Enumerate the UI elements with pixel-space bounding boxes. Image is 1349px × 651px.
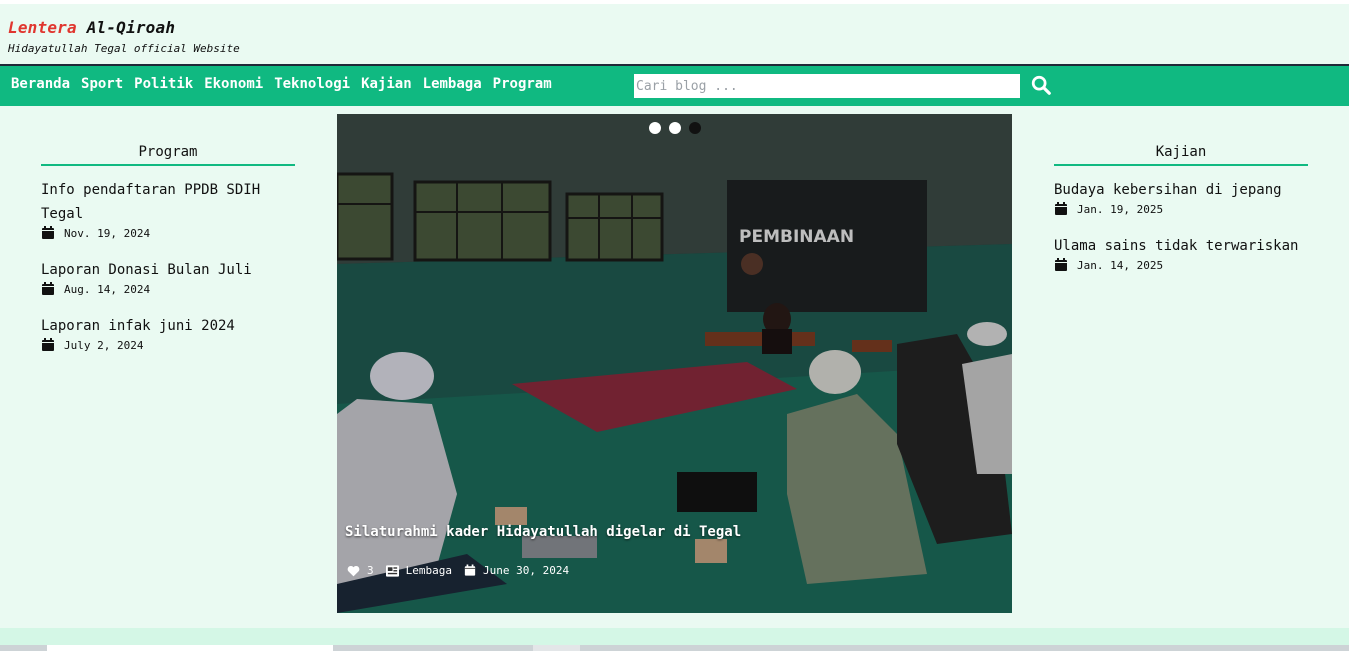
list-item: Laporan infak juni 2024 July 2, 2024	[41, 314, 295, 352]
main-navbar: Beranda Sport Politik Ekonomi Teknologi …	[0, 64, 1349, 106]
nav-item-program[interactable]: Program	[493, 76, 552, 92]
post-date-text: Jan. 14, 2025	[1077, 258, 1164, 272]
post-title-link[interactable]: Info pendaftaran PPDB SDIH Tegal	[41, 178, 295, 226]
post-date: Aug. 14, 2024	[41, 282, 295, 296]
post-date: July 2, 2024	[41, 338, 295, 352]
site-title[interactable]: Lentera Al-Qiroah	[8, 18, 175, 37]
sidebar-title-program: Program	[41, 144, 295, 166]
post-date-text: July 2, 2024	[64, 338, 144, 352]
list-item: Ulama sains tidak terwariskan Jan. 14, 2…	[1054, 234, 1308, 272]
post-date-text: Jan. 19, 2025	[1077, 202, 1164, 216]
nav-menu: Beranda Sport Politik Ekonomi Teknologi …	[6, 76, 558, 92]
slider-dot-2[interactable]	[669, 122, 681, 134]
likes-meta: 3	[347, 564, 374, 577]
list-item: Info pendaftaran PPDB SDIH Tegal Nov. 19…	[41, 178, 295, 240]
slide-caption-link[interactable]: Silaturahmi kader Hidayatullah digelar d…	[345, 524, 741, 540]
calendar-icon	[42, 226, 54, 239]
slide-date: June 30, 2024	[482, 564, 570, 577]
slider-dot-1[interactable]	[649, 122, 661, 134]
list-item: Budaya kebersihan di jepang Jan. 19, 202…	[1054, 178, 1308, 216]
featured-slider[interactable]: PEMBINAAN Silaturahmi kader Hidayatullah…	[337, 114, 1012, 613]
site-header: Lentera Al-Qiroah Hidayatullah Tegal off…	[0, 4, 1349, 64]
horizontal-scrollbar[interactable]	[0, 645, 1349, 651]
post-title-link[interactable]: Budaya kebersihan di jepang	[1054, 178, 1308, 202]
post-date-text: Nov. 19, 2024	[64, 226, 151, 240]
post-title-link[interactable]: Laporan Donasi Bulan Juli	[41, 258, 295, 282]
post-date: Jan. 19, 2025	[1054, 202, 1308, 216]
footer-strip	[0, 628, 1349, 645]
slider-dot-3[interactable]	[689, 122, 701, 134]
nav-item-ekonomi[interactable]: Ekonomi	[204, 76, 263, 92]
sidebar-program: Program Info pendaftaran PPDB SDIH Tegal…	[41, 144, 295, 352]
list-item: Laporan Donasi Bulan Juli Aug. 14, 2024	[41, 258, 295, 296]
post-date: Nov. 19, 2024	[41, 226, 295, 240]
calendar-icon	[464, 564, 476, 576]
site-tagline: Hidayatullah Tegal official Website	[8, 42, 240, 55]
search-input[interactable]	[634, 74, 1020, 98]
calendar-icon	[1055, 258, 1067, 271]
likes-count: 3	[367, 564, 374, 577]
site-title-word-1[interactable]: Lentera	[8, 18, 77, 37]
nav-item-teknologi[interactable]: Teknologi	[274, 76, 350, 92]
category-meta: Lembaga	[385, 564, 452, 577]
scrollbar-thumb[interactable]	[533, 645, 580, 651]
heart-icon[interactable]	[347, 565, 360, 577]
category-link[interactable]: Lembaga	[406, 564, 452, 577]
calendar-icon	[42, 282, 54, 295]
slide-meta: 3 Lembaga June 30, 2024	[347, 564, 581, 577]
date-meta: June 30, 2024	[464, 564, 569, 577]
nav-item-sport[interactable]: Sport	[81, 76, 123, 92]
search-icon[interactable]	[1030, 74, 1052, 96]
sidebar-title-kajian: Kajian	[1054, 144, 1308, 166]
nav-item-kajian[interactable]: Kajian	[361, 76, 412, 92]
sidebar-kajian: Kajian Budaya kebersihan di jepang Jan. …	[1054, 144, 1308, 272]
nav-item-beranda[interactable]: Beranda	[11, 76, 70, 92]
scrollbar-segment	[47, 645, 333, 651]
site-title-word-2[interactable]: Al-Qiroah	[87, 18, 176, 37]
post-date-text: Aug. 14, 2024	[64, 282, 151, 296]
newspaper-icon	[385, 564, 399, 577]
nav-item-lembaga[interactable]: Lembaga	[423, 76, 482, 92]
slider-dots	[649, 122, 709, 134]
calendar-icon	[1055, 202, 1067, 215]
post-title-link[interactable]: Laporan infak juni 2024	[41, 314, 295, 338]
nav-item-politik[interactable]: Politik	[134, 76, 193, 92]
post-date: Jan. 14, 2025	[1054, 258, 1308, 272]
post-title-link[interactable]: Ulama sains tidak terwariskan	[1054, 234, 1308, 258]
calendar-icon	[42, 338, 54, 351]
